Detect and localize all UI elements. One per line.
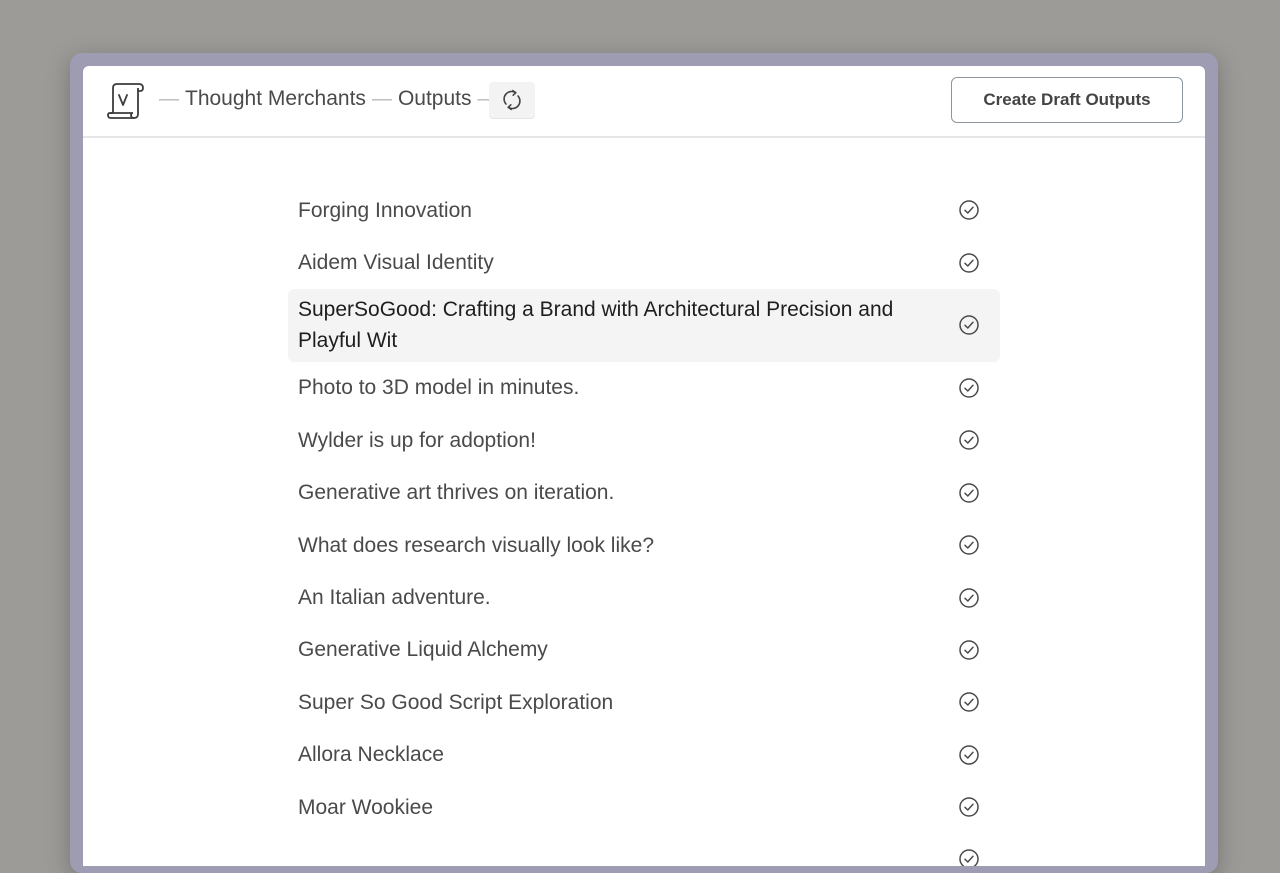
refresh-icon <box>503 89 521 111</box>
output-list-item[interactable]: An Italian adventure. <box>288 571 1000 623</box>
output-list-item[interactable]: Moar Wookiee <box>288 781 1000 833</box>
output-list-item[interactable]: Super So Good Script Exploration <box>288 676 1000 728</box>
output-list-item[interactable]: What does research visually look like? <box>288 519 1000 571</box>
output-title: What does research visually look like? <box>298 533 654 557</box>
output-list-item[interactable]: Generative art thrives on iteration. <box>288 467 1000 519</box>
output-title: Photo to 3D model in minutes. <box>298 376 580 400</box>
check-circle-icon <box>959 483 979 503</box>
outputs-list: Forging Innovation Aidem Visual Identity S… <box>288 184 1000 866</box>
breadcrumb-workspace[interactable]: Thought Merchants <box>185 87 366 111</box>
output-list-item[interactable]: Wylder is up for adoption! <box>288 414 1000 466</box>
breadcrumb-separator: — <box>159 87 179 110</box>
check-circle-icon <box>959 252 979 273</box>
breadcrumb-section[interactable]: Outputs <box>398 87 472 111</box>
output-title: Generative Liquid Alchemy <box>298 638 548 662</box>
output-title: Wylder is up for adoption! <box>298 428 536 452</box>
check-circle-icon <box>959 640 979 660</box>
output-list-item[interactable]: Photo to 3D model in minutes. <box>288 362 1000 414</box>
output-title: Generative art thrives on iteration. <box>298 481 615 505</box>
check-circle-icon <box>959 200 979 220</box>
breadcrumb: — Thought Merchants — Outputs — <box>153 87 503 111</box>
check-circle-icon <box>959 430 979 451</box>
output-title: SuperSoGood: Crafting a Brand with Archi… <box>298 298 894 353</box>
output-title: Aidem Visual Identity <box>298 251 494 275</box>
output-list-item[interactable] <box>288 833 1000 866</box>
check-circle-icon <box>959 315 979 336</box>
output-title: Super So Good Script Exploration <box>298 690 614 714</box>
check-circle-icon <box>959 587 979 608</box>
output-title: Forging Innovation <box>298 198 472 222</box>
check-circle-icon <box>959 378 979 398</box>
output-list-item[interactable]: Allora Necklace <box>288 729 1000 781</box>
check-circle-icon <box>959 535 979 555</box>
check-circle-icon <box>959 797 979 817</box>
output-title: Allora Necklace <box>298 743 444 767</box>
output-list-item[interactable]: Aidem Visual Identity <box>288 236 1000 288</box>
output-title: An Italian adventure. <box>298 586 491 610</box>
check-circle-icon <box>959 744 979 765</box>
output-list-item[interactable]: Forging Innovation <box>288 184 1000 236</box>
check-circle-icon <box>959 692 979 713</box>
app-window: — Thought Merchants — Outputs — Create D… <box>83 66 1205 866</box>
refresh-button[interactable] <box>489 82 535 118</box>
create-draft-outputs-button[interactable]: Create Draft Outputs <box>951 77 1183 123</box>
output-list-item[interactable]: SuperSoGood: Crafting a Brand with Archi… <box>288 288 1000 362</box>
output-list-item[interactable]: Generative Liquid Alchemy <box>288 624 1000 676</box>
breadcrumb-separator: — <box>371 87 392 110</box>
check-circle-icon <box>959 849 979 866</box>
top-bar: — Thought Merchants — Outputs — Create D… <box>83 66 1205 138</box>
scroll-v-logo-icon[interactable] <box>105 80 147 122</box>
output-title: Moar Wookiee <box>298 795 434 819</box>
